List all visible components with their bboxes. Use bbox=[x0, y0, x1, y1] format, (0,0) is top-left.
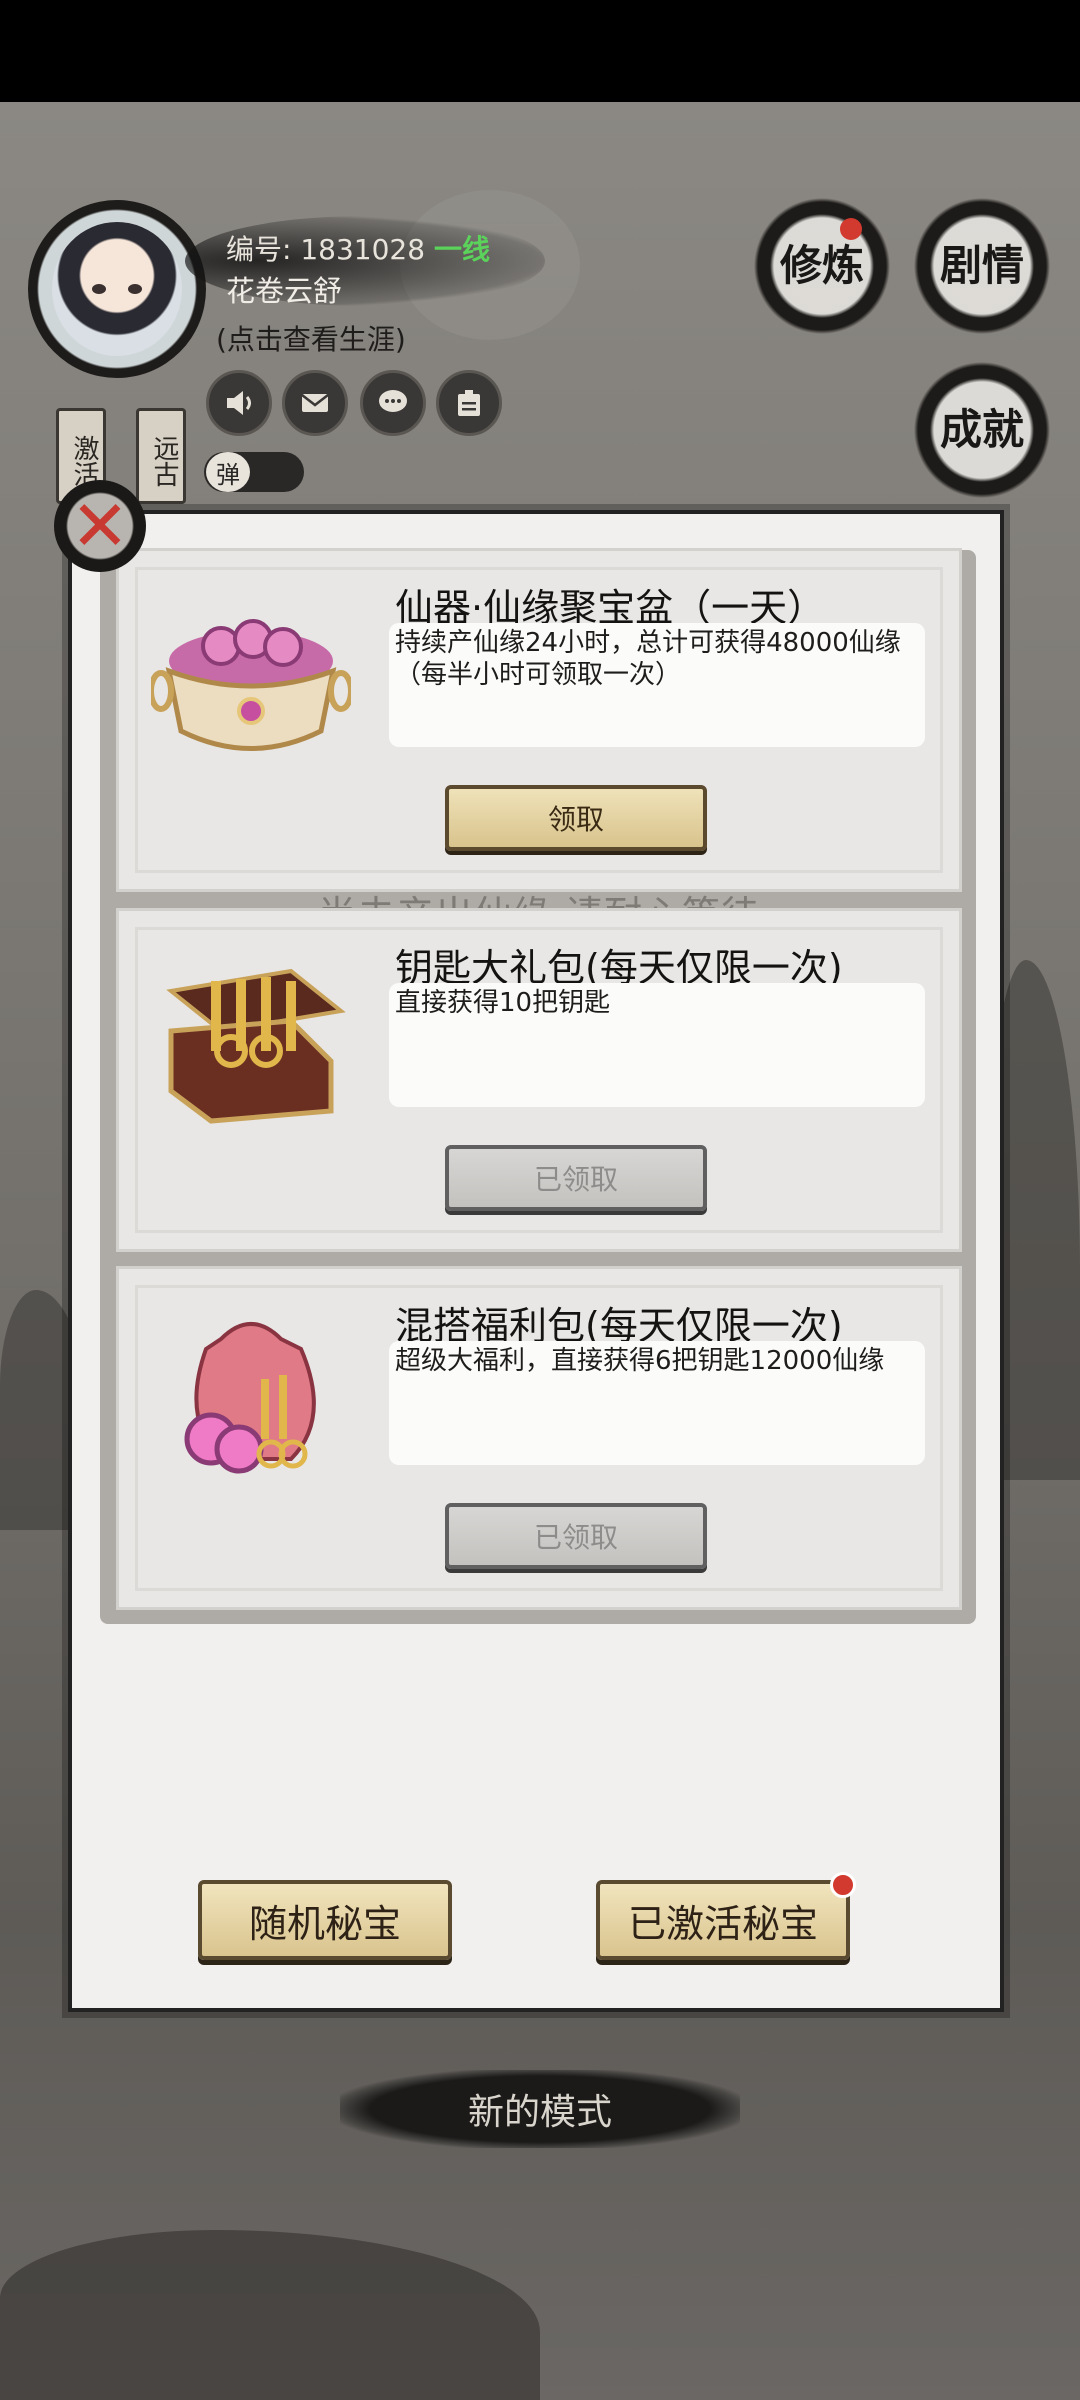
key-chest-icon bbox=[151, 951, 351, 1131]
popup-toggle-knob[interactable]: 弹 bbox=[206, 452, 250, 492]
sound-icon[interactable] bbox=[206, 370, 272, 436]
claimed-button[interactable]: 已领取 bbox=[445, 1503, 707, 1569]
card-description: 超级大福利，直接获得6把钥匙12000仙缘 bbox=[395, 1346, 885, 1376]
mode-banner[interactable]: 新的模式 bbox=[340, 2070, 740, 2148]
status-bar bbox=[0, 0, 1080, 102]
avatar-eye-left bbox=[92, 284, 106, 294]
card-key-pack: 钥匙大礼包(每天仅限一次) 直接获得10把钥匙 已领取 bbox=[116, 908, 962, 1252]
avatar-eye-right bbox=[128, 284, 142, 294]
bg-mountain-bottom bbox=[0, 2230, 540, 2400]
achievement-button[interactable]: 成就 bbox=[912, 360, 1052, 500]
close-icon[interactable]: ✕ bbox=[54, 480, 146, 572]
cultivate-red-dot bbox=[840, 218, 862, 240]
avatar-portrait bbox=[52, 222, 182, 356]
player-id-value: 1831028 bbox=[300, 233, 426, 266]
cultivate-button[interactable]: 修炼 bbox=[752, 196, 892, 336]
achievement-label: 成就 bbox=[939, 405, 1024, 454]
card-mixed-pack: 混搭福利包(每天仅限一次) 超级大福利，直接获得6把钥匙12000仙缘 已领取 bbox=[116, 1266, 962, 1610]
story-label: 剧情 bbox=[939, 241, 1024, 290]
activated-treasure-red-dot bbox=[830, 1872, 856, 1898]
avatar[interactable] bbox=[28, 200, 206, 378]
claim-button[interactable]: 领取 bbox=[445, 785, 707, 851]
notice-icon[interactable] bbox=[436, 370, 502, 436]
card-description: 持续产仙缘24小时，总计可获得48000仙缘（每半小时可领取一次） bbox=[395, 628, 901, 690]
story-button[interactable]: 剧情 bbox=[912, 196, 1052, 336]
card-description: 直接获得10把钥匙 bbox=[395, 988, 611, 1018]
player-id-label: 编号: bbox=[226, 233, 292, 266]
lucky-bag-icon bbox=[151, 1309, 351, 1489]
player-id: 编号: 1831028 一线 bbox=[226, 228, 490, 268]
cultivate-label: 修炼 bbox=[779, 241, 864, 290]
random-treasure-button[interactable]: 随机秘宝 bbox=[198, 1880, 452, 1960]
tag-ancient[interactable]: 远古 bbox=[136, 408, 186, 504]
treasure-bowl-icon bbox=[148, 591, 354, 771]
career-link[interactable]: (点击查看生涯) bbox=[216, 318, 406, 358]
card-treasure-bowl: 仙器·仙缘聚宝盆（一天） 持续产仙缘24小时，总计可获得48000仙缘（每半小时… bbox=[116, 548, 962, 892]
server-line: 一线 bbox=[433, 233, 490, 266]
chat-icon[interactable] bbox=[360, 370, 426, 436]
player-name: 花卷云舒 bbox=[226, 274, 343, 308]
activated-treasure-button[interactable]: 已激活秘宝 bbox=[596, 1880, 850, 1960]
claimed-button[interactable]: 已领取 bbox=[445, 1145, 707, 1211]
mail-icon[interactable] bbox=[282, 370, 348, 436]
